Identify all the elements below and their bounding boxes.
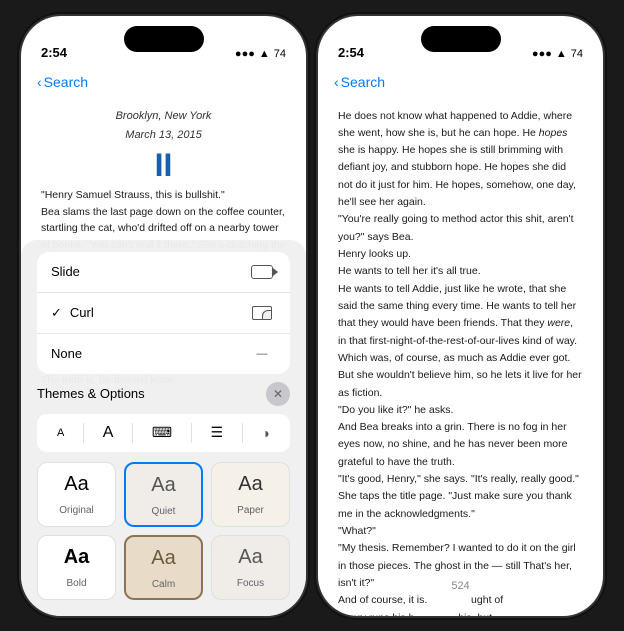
toolbar-divider-3	[191, 423, 192, 443]
left-phone-inner: 2:54 ●●● ▲ 74 ‹ Search Brooklyn, New Y	[21, 16, 306, 616]
none-icon: —	[248, 344, 276, 364]
dynamic-island-right	[421, 26, 501, 52]
back-button-right[interactable]: ‹ Search	[334, 74, 385, 90]
chevron-left-icon: ‹	[37, 74, 42, 90]
theme-card-paper[interactable]: Aa Paper	[211, 462, 290, 527]
theme-bold-label: Bold	[66, 578, 86, 589]
scroll-option-none[interactable]: None —	[37, 334, 290, 374]
right-phone: 2:54 ●●● ▲ 74 ‹ Search He d	[318, 16, 603, 616]
time-left: 2:54	[41, 45, 67, 60]
toolbar-row: A A ⌨ ☰ ◑	[37, 414, 290, 452]
nav-bar-right: ‹ Search	[318, 64, 603, 100]
scroll-option-slide[interactable]: Slide	[37, 252, 290, 293]
status-icons-left: ●●● ▲ 74	[235, 48, 286, 60]
back-button-left[interactable]: ‹ Search	[37, 74, 88, 90]
dynamic-island-left	[124, 26, 204, 52]
large-a-label: A	[103, 424, 114, 442]
book-para1: "Henry Samuel Strauss, this is bullshit.…	[41, 187, 286, 204]
font-icon: ⌨	[152, 424, 172, 441]
chevron-left-icon-right: ‹	[334, 74, 339, 90]
slide-icon	[248, 262, 276, 282]
overlay-panel: Slide ✓ Curl None	[21, 240, 306, 616]
toolbar-divider-1	[83, 423, 84, 443]
theme-bold-text: Aa	[46, 546, 107, 569]
theme-card-quiet[interactable]: Aa Quiet	[124, 462, 203, 527]
right-phone-inner: 2:54 ●●● ▲ 74 ‹ Search He d	[318, 16, 603, 616]
book-date: March 13, 2015	[41, 127, 286, 144]
themes-header: Themes & Options ✕	[37, 382, 290, 406]
theme-paper-label: Paper	[237, 505, 264, 516]
font-picker-button[interactable]: ⌨	[144, 420, 180, 445]
nav-bar-left: ‹ Search	[21, 64, 306, 100]
themes-grid: Aa Original Aa Quiet Aa Paper Aa Bold	[37, 462, 290, 600]
status-icons-right: ●●● ▲ 74	[532, 48, 583, 60]
theme-focus-text: Aa	[220, 546, 281, 569]
eye-icon: ◑	[261, 425, 269, 441]
display-button[interactable]: ◑	[253, 421, 277, 445]
theme-card-bold[interactable]: Aa Bold	[37, 535, 116, 600]
curl-icon	[248, 303, 276, 323]
signal-icon-left: ●●●	[235, 48, 255, 60]
theme-card-original[interactable]: Aa Original	[37, 462, 116, 527]
right-book-text: He does not know what happened to Addie,…	[338, 108, 583, 616]
theme-original-label: Original	[59, 505, 93, 516]
signal-icon-right: ●●●	[532, 48, 552, 60]
theme-card-calm[interactable]: Aa Calm	[124, 535, 203, 600]
scroll-none-label: None	[51, 346, 248, 361]
font-large-button[interactable]: A	[95, 420, 122, 446]
theme-card-focus[interactable]: Aa Focus	[211, 535, 290, 600]
layout-icon: ☰	[210, 424, 223, 441]
scroll-curl-label: Curl	[70, 305, 248, 320]
theme-quiet-text: Aa	[134, 474, 193, 497]
wifi-icon-left: ▲	[259, 48, 270, 60]
scroll-option-curl[interactable]: ✓ Curl	[37, 293, 290, 334]
layout-button[interactable]: ☰	[202, 420, 231, 445]
toolbar-divider-4	[242, 423, 243, 443]
battery-right: 74	[571, 48, 583, 60]
theme-quiet-label: Quiet	[152, 506, 176, 517]
battery-left: 74	[274, 48, 286, 60]
theme-original-text: Aa	[46, 473, 107, 496]
theme-focus-label: Focus	[237, 578, 264, 589]
close-button[interactable]: ✕	[266, 382, 290, 406]
time-right: 2:54	[338, 45, 364, 60]
phones-container: 2:54 ●●● ▲ 74 ‹ Search Brooklyn, New Y	[21, 16, 603, 616]
left-phone: 2:54 ●●● ▲ 74 ‹ Search Brooklyn, New Y	[21, 16, 306, 616]
theme-calm-text: Aa	[134, 547, 193, 570]
book-content-right: He does not know what happened to Addie,…	[318, 100, 603, 616]
book-location: Brooklyn, New York	[41, 108, 286, 125]
scroll-options: Slide ✓ Curl None	[37, 252, 290, 374]
small-a-label: A	[57, 427, 64, 439]
theme-paper-text: Aa	[220, 473, 281, 496]
font-small-button[interactable]: A	[49, 423, 72, 443]
checkmark-icon: ✓	[51, 305, 62, 321]
page-number: 524	[451, 577, 469, 595]
wifi-icon-right: ▲	[556, 48, 567, 60]
toolbar-divider-2	[132, 423, 133, 443]
back-label-left: Search	[44, 74, 88, 90]
book-chapter: II	[41, 148, 286, 183]
back-label-right: Search	[341, 74, 385, 90]
themes-title: Themes & Options	[37, 386, 145, 401]
scroll-slide-label: Slide	[51, 264, 248, 279]
theme-calm-label: Calm	[152, 579, 175, 590]
